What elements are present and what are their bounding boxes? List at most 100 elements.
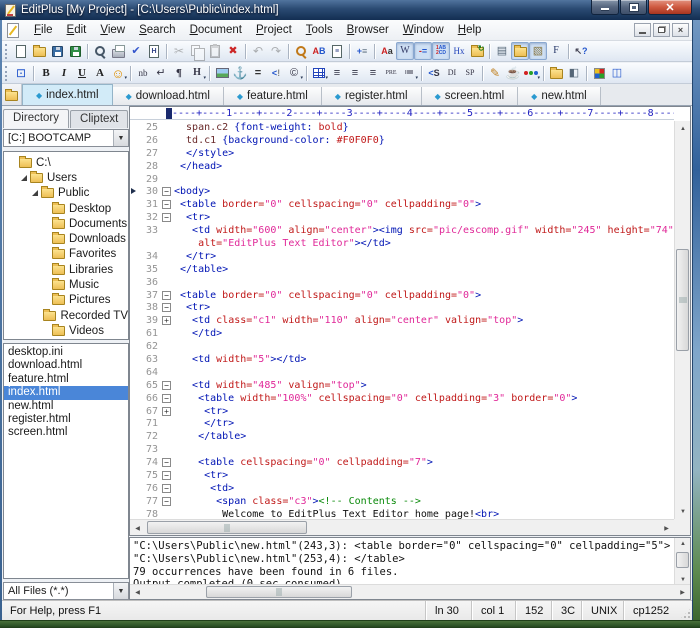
tree-item-users[interactable]: Users [4,170,128,185]
code-line-62[interactable]: 62 [130,340,674,353]
find-in-files-button[interactable]: ≡ [328,42,346,60]
fold-collapse-icon[interactable]: − [162,458,171,468]
font-button[interactable]: A [91,64,109,82]
align-right-button[interactable]: ≡ [364,64,382,82]
output-window-button[interactable]: ▤ [493,42,511,60]
directory-window-button[interactable] [511,42,529,60]
expanded-arrow-icon[interactable] [32,190,38,197]
scroll-left-icon[interactable]: ◀ [130,520,145,536]
tree-item-favorites[interactable]: Favorites [4,247,128,262]
scroll-left-icon[interactable]: ◀ [130,585,145,600]
fold-collapse-icon[interactable]: − [162,303,171,313]
file-item-new.html[interactable]: new.html [4,400,128,413]
code-line-25[interactable]: 25 span.c2 {font-weight: bold} [130,121,674,134]
sync-directory-button[interactable]: ↻ [468,42,486,60]
code-line-75[interactable]: 75− <tr> [130,469,674,482]
scroll-right-icon[interactable]: ▶ [675,585,690,600]
fold-collapse-icon[interactable]: − [162,200,171,210]
fold-collapse-icon[interactable]: − [162,470,171,480]
document-icon[interactable] [7,22,19,38]
scroll-up-icon[interactable]: ▲ [675,536,691,551]
tree-item-downloads[interactable]: Downloads [4,231,128,246]
code-line-76[interactable]: 76− <td> [130,482,674,495]
menu-document[interactable]: Document [183,22,249,38]
code-line-37[interactable]: 37− <table border="0" cellspacing="0" ce… [130,289,674,302]
editor-hscroll-thumb[interactable] [147,521,307,534]
redo-button[interactable]: ↷ [267,42,285,60]
tree-item-documents[interactable]: Documents [4,216,128,231]
code-line-64[interactable]: 64 [130,366,674,379]
print-button[interactable] [109,42,127,60]
dropdown-arrow-icon[interactable]: ▾ [124,75,127,81]
code-line-36[interactable]: 36 [130,276,674,289]
code-line-31[interactable]: 31− <table border="0" cellspacing="0" ce… [130,198,674,211]
undo-button[interactable]: ↶ [249,42,267,60]
hrule-button[interactable]: = [249,64,267,82]
output-line[interactable]: "C:\Users\Public\new.html"(253,4): </tab… [133,553,673,566]
image-button[interactable] [213,64,231,82]
toolbar-grip[interactable] [5,65,9,81]
word-wrap-button[interactable]: W [396,42,414,60]
menu-edit[interactable]: Edit [60,22,94,38]
emoticon-button[interactable]: ☺ ▾ [109,64,127,82]
tree-item-pictures[interactable]: Pictures [4,293,128,308]
tree-item-libraries[interactable]: Libraries [4,262,128,277]
bold-button[interactable]: B [37,64,55,82]
colors-button[interactable] [590,64,608,82]
pre-button[interactable]: PRE [382,64,400,82]
menu-view[interactable]: View [93,22,132,38]
hex-viewer-button[interactable]: Hx [450,42,468,60]
code-line-67[interactable]: 67 + <tr> [130,405,674,418]
copy-button[interactable] [188,42,206,61]
sidebar-tab-directory[interactable]: Directory [3,109,70,128]
project-folder-button[interactable] [2,84,22,105]
output-hscroll-thumb[interactable] [206,586,352,598]
editor-horizontal-scrollbar[interactable]: ◀ ▶ [130,519,674,535]
code-line-39[interactable]: 39 + <td class="c1" width="110" align="ce… [130,314,674,327]
code-line-wrap[interactable]: alt="EditPlus Text Editor"></td> [130,237,674,250]
code-line-27[interactable]: 27 </style> [130,147,674,160]
java-applet-button[interactable]: ☕ [504,64,522,82]
fold-collapse-icon[interactable]: − [162,496,171,506]
list-button[interactable]: ≔ ▾ [400,64,418,82]
fold-collapse-icon[interactable]: − [162,290,171,300]
file-item-screen.html[interactable]: screen.html [4,426,128,439]
new-html-page-button[interactable]: H [145,42,163,60]
output-line[interactable]: "C:\Users\Public\new.html"(243,3): <tabl… [133,540,673,553]
underline-button[interactable]: U [73,64,91,82]
scroll-right-icon[interactable]: ▶ [659,520,674,536]
function-list-button[interactable]: F [547,42,565,60]
dropdown-arrow-icon[interactable]: ▾ [203,75,206,81]
cut-button[interactable]: ✂ [170,42,188,60]
paste-button[interactable] [206,42,224,60]
output-horizontal-scrollbar[interactable]: ◀ ▶ [130,584,690,599]
chevron-down-icon[interactable]: ▼ [113,583,128,599]
cliptext-window-button[interactable]: ▧ [529,42,547,60]
open-button[interactable] [30,42,48,60]
output-line[interactable]: 79 occurrences have been found in 6 file… [133,566,673,579]
dropdown-arrow-icon[interactable]: ▾ [415,75,418,81]
paragraph-button[interactable]: ¶ [170,64,188,82]
tree-item-c-[interactable]: C:\ [4,155,128,170]
fold-expand-icon[interactable]: + [162,406,171,416]
code-line-72[interactable]: 72 </table> [130,430,674,443]
context-help-button[interactable]: ↖? [572,42,590,60]
tree-item-desktop[interactable]: Desktop [4,201,128,216]
fold-collapse-icon[interactable]: − [162,393,171,403]
set-marker-button[interactable]: + ≡ [353,42,371,60]
tab-index.html[interactable]: ◆ index.html [22,84,113,105]
spellcheck-button[interactable]: ✔ [127,42,145,60]
code-line-73[interactable]: 73 [130,443,674,456]
resize-grip[interactable] [679,607,692,620]
mdi-minimize-button[interactable] [634,23,651,37]
span-button[interactable]: SP [461,64,479,82]
new-folder-button[interactable] [547,64,565,82]
file-item-desktop.ini[interactable]: desktop.ini [4,346,128,359]
tab-register.html[interactable]: ◆ register.html [321,87,422,105]
code-line-32[interactable]: 32− <tr> [130,211,674,224]
code-line-66[interactable]: 66− <table width="100%" cellspacing="0" … [130,392,674,405]
menu-tools[interactable]: Tools [299,22,340,38]
toolbar-grip[interactable] [5,43,9,59]
edit-source-button[interactable]: ✎ [486,64,504,82]
tree-item-public[interactable]: Public [4,186,128,201]
